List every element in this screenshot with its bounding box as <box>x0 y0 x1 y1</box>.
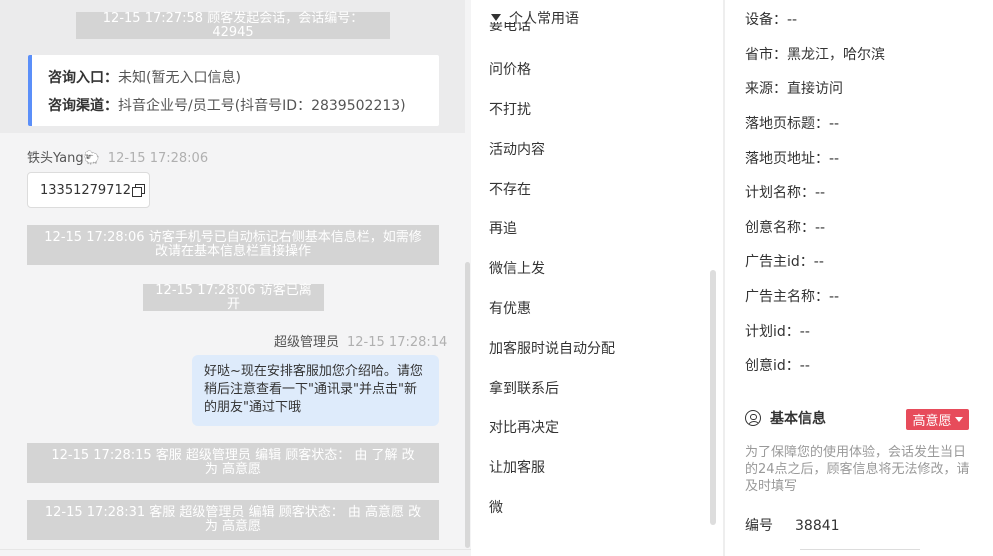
phrase-item[interactable]: 微 <box>489 497 503 517</box>
phrases-panel: 要电话 个人常用语 问价格 不打扰 活动内容 不存在 再追 微信上发 有优惠 加… <box>471 0 723 556</box>
customer-id-row: 编号 38841 <box>745 515 840 535</box>
agent-message-bubble: 好哒~现在安排客服加您介绍哈。请您稍后注意查看一下"通讯录"并点击"新的朋友"通… <box>192 355 439 426</box>
caret-down-icon <box>491 14 501 21</box>
agent-time: 12-15 17:28:14 <box>347 335 448 350</box>
field-plan-name: 计划名称：-- <box>745 185 826 201</box>
chat-scrollbar[interactable] <box>465 262 470 548</box>
phrase-item[interactable]: 微信上发 <box>489 258 545 278</box>
intent-status-dropdown[interactable]: 高意愿 <box>906 409 969 430</box>
chat-panel: 12-15 17:27:58 顾客发起会话，会话编号：42945 咨询入口：未知… <box>0 0 471 556</box>
visitor-phone-bubble: 13351279712 <box>27 172 150 208</box>
field-creative-name: 创意名称：-- <box>745 220 826 236</box>
edit-notice: 为了保障您的使用体验，会话发生当日的24点之后，顾客信息将无法修改，请及时填写 <box>745 445 970 494</box>
system-message-session-start: 12-15 17:27:58 顾客发起会话，会话编号：42945 <box>76 11 390 39</box>
field-province-city: 省市：黑龙江，哈尔滨 <box>745 47 885 63</box>
basic-info-title: 基本信息 <box>745 408 826 428</box>
system-message-status-2: 12-15 17:28:31 客服 超级管理员 编辑 顾客状态： 由 高意愿 改… <box>27 500 439 540</box>
phrases-group-header[interactable]: 个人常用语 <box>491 8 579 28</box>
chat-input-divider <box>0 549 471 550</box>
phrase-item[interactable]: 不存在 <box>489 179 531 199</box>
visitor-phone: 13351279712 <box>40 182 131 198</box>
visitor-time: 12-15 17:28:06 <box>107 151 209 166</box>
field-creative-id: 创意id：-- <box>745 358 810 374</box>
customer-info-panel: 设备：-- 省市：黑龙江，哈尔滨 来源：直接访问 落地页标题：-- 落地页地址：… <box>725 0 993 556</box>
phrase-item[interactable]: 有优惠 <box>489 298 531 318</box>
intent-status-label: 高意愿 <box>912 414 952 429</box>
visitor-name: 铁头Yang🐑 <box>27 151 100 166</box>
system-message-phone-marked: 12-15 17:28:06 访客手机号已自动标记右侧基本信息栏，如需修改请在基… <box>27 225 439 265</box>
field-source: 来源：直接访问 <box>745 81 843 97</box>
phrase-item[interactable]: 拿到联系后 <box>489 378 559 398</box>
phrase-item[interactable]: 对比再决定 <box>489 417 559 437</box>
channel-label: 咨询渠道： <box>48 98 118 114</box>
customer-id-label: 编号 <box>745 518 773 534</box>
system-message-visitor-left: 12-15 17:28:06 访客已离开 <box>143 283 324 311</box>
phrase-item[interactable]: 问价格 <box>489 59 531 79</box>
phrase-item[interactable]: 加客服时说自动分配 <box>489 338 615 358</box>
phrase-item[interactable]: 活动内容 <box>489 139 545 159</box>
customer-id-underline <box>800 549 920 550</box>
phrase-item[interactable]: 不打扰 <box>489 99 531 119</box>
phrases-scrollbar[interactable] <box>710 270 716 525</box>
basic-info-label: 基本信息 <box>770 411 826 427</box>
system-message-status-1: 12-15 17:28:15 客服 超级管理员 编辑 顾客状态： 由 了解 改为… <box>27 443 439 483</box>
agent-name: 超级管理员 <box>274 335 340 350</box>
entry-label: 咨询入口： <box>48 70 118 86</box>
visitor-sender: 铁头Yang🐑 12-15 17:28:06 <box>27 147 208 166</box>
field-plan-id: 计划id：-- <box>745 324 810 340</box>
channel-row: 咨询渠道：抖音企业号/员工号(抖音号ID：2839502213) <box>48 95 406 115</box>
phrase-item[interactable]: 让加客服 <box>489 457 545 477</box>
phrase-item[interactable]: 再追 <box>489 218 517 238</box>
phrases-group-title: 个人常用语 <box>509 11 579 27</box>
user-circle-icon <box>745 410 761 426</box>
agent-sender: 超级管理员 12-15 17:28:14 <box>274 331 447 350</box>
field-landing-url: 落地页地址：-- <box>745 151 840 167</box>
field-device: 设备：-- <box>745 12 798 28</box>
consult-info-card: 咨询入口：未知(暂无入口信息) 咨询渠道：抖音企业号/员工号(抖音号ID：283… <box>28 55 439 126</box>
copy-icon[interactable] <box>131 184 145 197</box>
field-advertiser-name: 广告主名称：-- <box>745 289 840 305</box>
entry-value: 未知(暂无入口信息) <box>118 70 241 86</box>
entry-row: 咨询入口：未知(暂无入口信息) <box>48 67 241 87</box>
field-landing-title: 落地页标题：-- <box>745 116 840 132</box>
channel-value: 抖音企业号/员工号(抖音号ID：2839502213) <box>118 98 406 114</box>
caret-down-icon <box>954 417 963 422</box>
customer-id-value[interactable]: 38841 <box>795 518 840 534</box>
field-advertiser-id: 广告主id：-- <box>745 254 824 270</box>
